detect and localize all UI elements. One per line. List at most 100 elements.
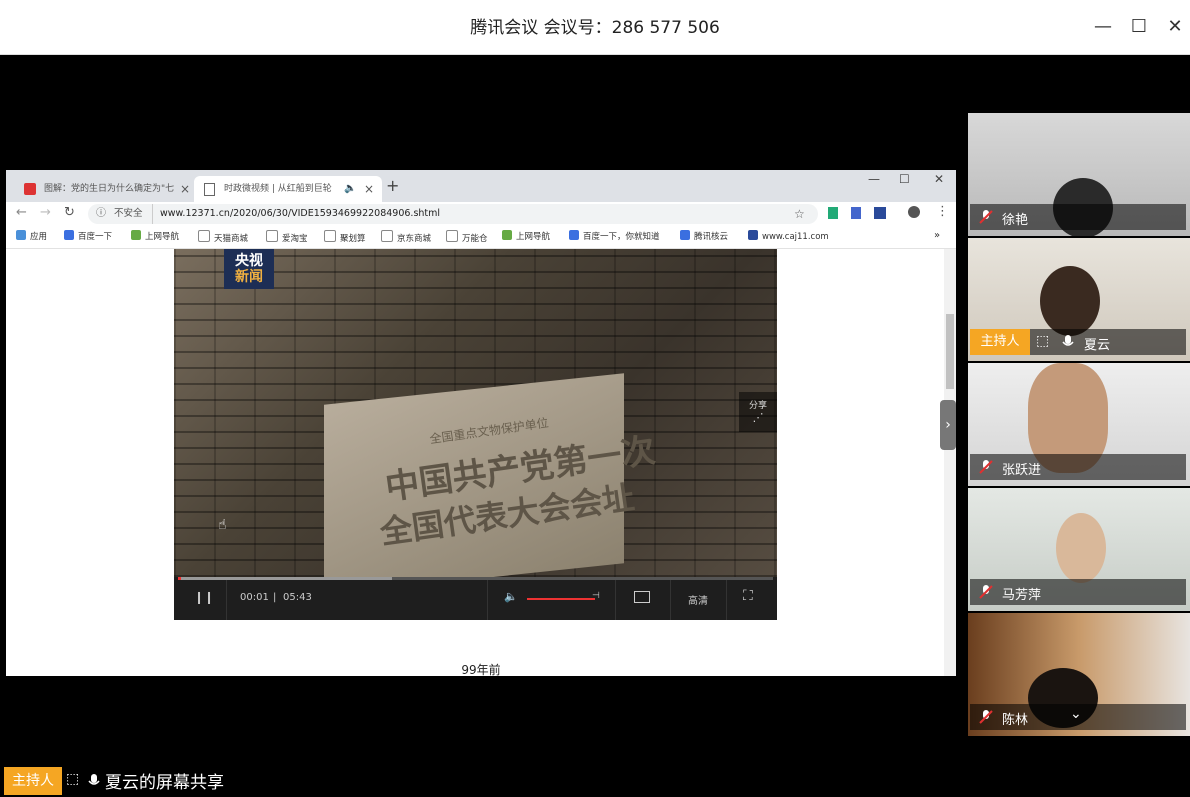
participant-tile[interactable]: 徐艳	[968, 113, 1190, 236]
video-caption: 99年前	[461, 663, 501, 676]
logo-line-1: 央视	[235, 253, 263, 269]
info-icon: ⓘ	[96, 208, 106, 219]
bookmark-item[interactable]: 腾讯核云	[680, 230, 728, 242]
mic-icon	[88, 774, 100, 785]
mic-muted-icon	[979, 585, 993, 599]
tab-close-icon[interactable]: ×	[364, 176, 374, 202]
participant-name: 徐艳	[1002, 213, 1029, 228]
browser-tab[interactable]: 图解：党的生日为什么确定为"七 ×	[14, 176, 194, 202]
extension-icon[interactable]	[874, 207, 886, 219]
divider	[726, 580, 727, 620]
security-label: 不安全	[114, 208, 143, 219]
participant-tile[interactable]: 陈林 ⌄	[968, 613, 1190, 736]
extension-icon[interactable]	[851, 207, 861, 219]
chevron-down-icon[interactable]: ⌄	[1070, 706, 1082, 722]
sidebar-toggle-chevron-icon[interactable]: ›	[940, 400, 956, 450]
bookmark-item[interactable]: 百度一下，你就知道	[569, 230, 660, 242]
logo-line-2: 新闻	[235, 269, 263, 285]
bookmark-item[interactable]: 爱淘宝	[266, 230, 308, 244]
minimize-button[interactable]: —	[1088, 12, 1118, 42]
address-input[interactable]: ⓘ 不安全 www.12371.cn/2020/06/30/VIDE159346…	[88, 204, 818, 224]
screen-share-icon: ⬚	[66, 771, 80, 787]
tab-close-icon[interactable]: ×	[180, 176, 190, 202]
host-badge: 主持人	[4, 767, 62, 795]
extension-icon[interactable]	[828, 207, 838, 219]
close-button[interactable]: ✕	[1160, 12, 1190, 42]
name-bar: 主持人 ⬚ 夏云	[970, 329, 1186, 355]
bookmark-item[interactable]: 天猫商城	[198, 230, 248, 244]
video-controls: ❙❙ 00:01 | 05:43 🔈 ⊣ 高清 ⛶	[174, 577, 777, 620]
bookmark-item[interactable]: 京东商城	[381, 230, 431, 244]
participant-name: 张跃进	[1002, 463, 1042, 478]
fullscreen-icon[interactable]: ⛶	[743, 588, 753, 604]
divider	[615, 580, 616, 620]
mic-muted-icon	[979, 460, 993, 474]
bookmark-item[interactable]: 聚划算	[324, 230, 366, 244]
participant-name: 夏云	[1084, 338, 1111, 353]
browser-tab-active[interactable]: 时政微视频 | 从红船到巨轮 🔈 ×	[194, 176, 382, 202]
browser-close-button[interactable]: ✕	[934, 172, 944, 186]
cursor-icon: ☝	[218, 517, 227, 533]
forward-icon[interactable]: →	[40, 205, 51, 220]
screen-share-icon: ⬚	[1036, 333, 1050, 349]
reload-icon[interactable]: ↻	[64, 205, 75, 220]
current-time: 00:01	[240, 592, 269, 603]
speaker-icon: 🔈	[344, 183, 357, 194]
mic-muted-icon	[979, 710, 993, 724]
address-toolbar: ← → ↻ ⓘ 不安全 www.12371.cn/2020/06/30/VIDE…	[6, 202, 956, 226]
mic-icon	[1062, 335, 1074, 346]
participant-name: 马芳萍	[1002, 588, 1042, 603]
video-player[interactable]: 全国重点文物保护单位 中国共产党第一次 全国代表大会会址 央视 新闻 分享 ⋰ …	[174, 249, 777, 620]
divider	[487, 580, 488, 620]
name-bar: 徐艳	[970, 204, 1186, 230]
participant-name: 陈林	[1002, 713, 1029, 728]
name-bar: 马芳萍	[970, 579, 1186, 605]
divider	[226, 580, 227, 620]
bookmark-item[interactable]: 百度一下	[64, 230, 112, 242]
name-bar: 陈林 ⌄	[970, 704, 1186, 730]
bookmark-item[interactable]: 万能仓	[446, 230, 488, 244]
duration: 05:43	[283, 592, 312, 603]
share-icon: ⋰	[752, 411, 764, 424]
share-button[interactable]: 分享 ⋰	[739, 392, 777, 432]
quality-button[interactable]: 高清	[688, 592, 708, 607]
participant-tile[interactable]: 张跃进	[968, 363, 1190, 486]
scrollbar-thumb[interactable]	[946, 314, 954, 389]
maximize-button[interactable]: ☐	[1124, 12, 1154, 42]
more-bookmarks-icon[interactable]: »	[934, 230, 940, 241]
picture-in-picture-icon[interactable]	[634, 591, 650, 603]
party-favicon-icon	[24, 183, 36, 195]
bookmarks-bar: 应用 百度一下 上网导航 天猫商城 爱淘宝 聚划算 京东商城 万能仓 上网导航 …	[6, 226, 956, 249]
volume-icon[interactable]: 🔈	[504, 590, 518, 603]
time-separator: |	[273, 592, 277, 603]
participant-video	[1040, 266, 1100, 336]
browser-minimize-button[interactable]: —	[868, 172, 880, 186]
page-icon	[204, 183, 215, 196]
volume-slider[interactable]	[527, 598, 595, 600]
pause-icon[interactable]: ❙❙	[194, 590, 214, 604]
bookmark-item[interactable]: www.caj11.com	[748, 230, 829, 242]
menu-icon[interactable]: ⋮	[936, 204, 949, 219]
volume-handle-icon[interactable]: ⊣	[592, 591, 600, 601]
page-content: 全国重点文物保护单位 中国共产党第一次 全国代表大会会址 央视 新闻 分享 ⋰ …	[6, 249, 956, 676]
bookmark-item[interactable]: 应用	[16, 230, 47, 242]
participant-video	[1056, 513, 1106, 583]
browser-maximize-button[interactable]: ☐	[899, 172, 910, 186]
participant-tile[interactable]: 马芳萍	[968, 488, 1190, 611]
url-text: www.12371.cn/2020/06/30/VIDE159346992208…	[160, 208, 441, 219]
name-bar: 张跃进	[970, 454, 1186, 480]
progress-played	[178, 577, 181, 580]
share-label: 分享	[748, 401, 767, 411]
tab-label: 图解：党的生日为什么确定为"七	[44, 184, 174, 194]
new-tab-button[interactable]: +	[386, 176, 399, 195]
bookmark-item[interactable]: 上网导航	[502, 230, 550, 242]
progress-buffered	[178, 577, 392, 580]
back-icon[interactable]: ←	[16, 205, 27, 220]
profile-icon[interactable]	[908, 206, 920, 218]
cctv-news-logo: 央视 新闻	[224, 249, 274, 289]
participant-tile[interactable]: 主持人 ⬚ 夏云	[968, 238, 1190, 361]
window-title: 腾讯会议 会议号：286 577 506	[470, 18, 720, 38]
bookmark-item[interactable]: 上网导航	[131, 230, 179, 242]
star-icon[interactable]: ☆	[794, 204, 805, 224]
divider	[670, 580, 671, 620]
